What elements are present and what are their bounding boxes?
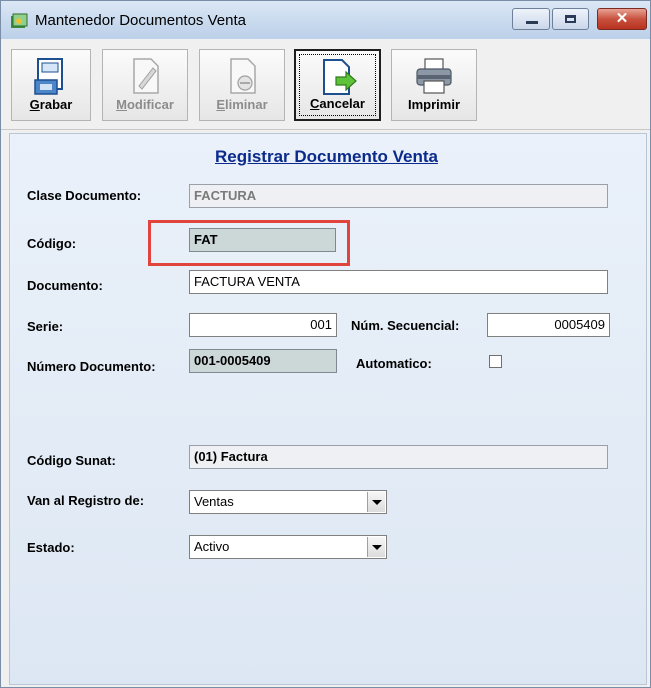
close-icon: ✕ bbox=[615, 10, 629, 27]
clase-documento-field[interactable]: FACTURA bbox=[189, 184, 608, 208]
window-title: Mantenedor Documentos Venta bbox=[35, 12, 246, 29]
codigo-sunat-label: Código Sunat: bbox=[27, 453, 116, 468]
title-bar[interactable]: Mantenedor Documentos Venta ✕ bbox=[1, 1, 650, 39]
app-icon bbox=[11, 13, 28, 28]
van-registro-label: Van al Registro de: bbox=[27, 493, 145, 508]
serie-label: Serie: bbox=[27, 319, 64, 334]
maximize-icon bbox=[565, 15, 576, 23]
estado-label: Estado: bbox=[27, 540, 75, 555]
toolbar: Grabar Modificar Eliminar Cancelar Impri… bbox=[1, 39, 650, 130]
maximize-button[interactable] bbox=[552, 8, 589, 30]
codigo-label: Código: bbox=[27, 236, 77, 251]
save-icon bbox=[34, 58, 63, 95]
documento-field[interactable]: FACTURA VENTA bbox=[189, 270, 608, 294]
van-registro-value: Ventas bbox=[194, 494, 234, 509]
form-title: Registrar Documento Venta bbox=[215, 147, 438, 166]
automatico-checkbox[interactable] bbox=[489, 355, 502, 368]
estado-value: Activo bbox=[194, 539, 230, 554]
minimize-icon bbox=[526, 21, 538, 24]
numero-documento-field[interactable]: 001-0005409 bbox=[189, 349, 337, 373]
main-window: Mantenedor Documentos Venta ✕ Grabar Mod… bbox=[0, 0, 651, 688]
close-button[interactable]: ✕ bbox=[597, 8, 647, 30]
eliminar-accel: E bbox=[216, 97, 226, 112]
van-registro-select[interactable]: Ventas bbox=[189, 490, 387, 514]
minimize-button[interactable] bbox=[512, 8, 550, 30]
cancelar-accel: C bbox=[310, 96, 320, 111]
cancel-icon bbox=[322, 59, 357, 95]
eliminar-button[interactable]: Eliminar bbox=[199, 49, 285, 121]
chevron-down-icon[interactable] bbox=[367, 537, 385, 557]
grabar-accel: G bbox=[29, 97, 40, 112]
imprimir-button[interactable]: Imprimir bbox=[391, 49, 477, 121]
serie-field[interactable]: 001 bbox=[189, 313, 337, 337]
num-secuencial-label: Núm. Secuencial: bbox=[351, 318, 460, 333]
estado-select[interactable]: Activo bbox=[189, 535, 387, 559]
documento-label: Documento: bbox=[27, 278, 103, 293]
modificar-label: odificar bbox=[126, 97, 174, 112]
num-secuencial-field[interactable]: 0005409 bbox=[487, 313, 610, 337]
cancelar-button[interactable]: Cancelar bbox=[294, 49, 381, 121]
edit-icon bbox=[133, 58, 159, 94]
eliminar-label: liminar bbox=[225, 97, 268, 112]
automatico-label: Automatico: bbox=[356, 356, 432, 371]
modificar-button[interactable]: Modificar bbox=[102, 49, 188, 121]
grabar-label: rabar bbox=[39, 97, 73, 112]
modificar-accel: M bbox=[116, 97, 127, 112]
imprimir-label: Imprimir bbox=[407, 97, 460, 112]
delete-icon bbox=[230, 58, 256, 94]
codigo-sunat-field[interactable]: (01) Factura bbox=[189, 445, 608, 469]
highlight-box bbox=[148, 220, 350, 266]
printer-icon bbox=[416, 58, 452, 94]
form-panel bbox=[9, 133, 647, 685]
cancelar-label: ancelar bbox=[319, 96, 365, 111]
numero-documento-label: Número Documento: bbox=[27, 359, 156, 374]
clase-documento-label: Clase Documento: bbox=[27, 188, 142, 203]
grabar-button[interactable]: Grabar bbox=[11, 49, 91, 121]
chevron-down-icon[interactable] bbox=[367, 492, 385, 512]
